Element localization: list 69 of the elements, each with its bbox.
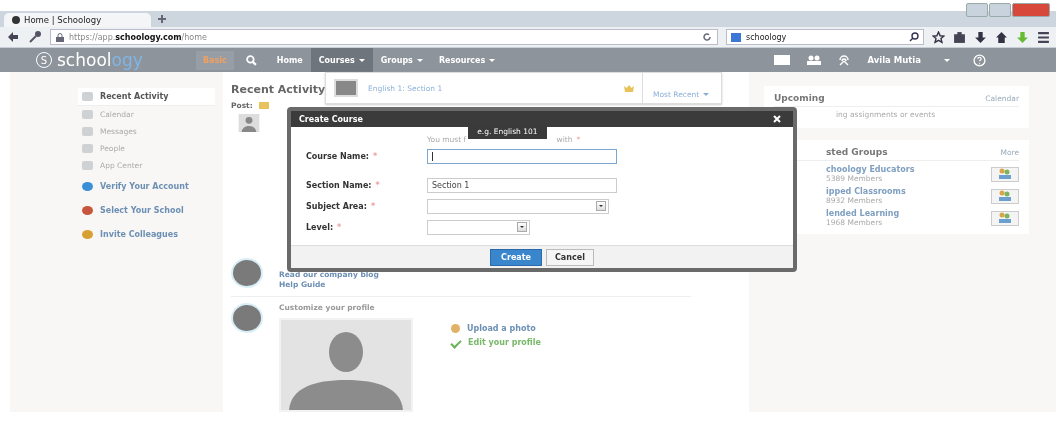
sidebar-item[interactable]: Invite Colleagues: [78, 222, 215, 246]
create-button[interactable]: Create: [490, 248, 542, 266]
select-field[interactable]: [427, 198, 609, 214]
people-icon: [998, 190, 1012, 202]
crown-icon: [624, 84, 634, 92]
item-icon: [82, 229, 93, 239]
profile-action-link[interactable]: Upload a photo: [451, 324, 541, 333]
dialog-title: Create Course: [299, 114, 363, 124]
field-label: Subject Area: *: [306, 201, 377, 211]
download-icon[interactable]: [974, 30, 987, 44]
card-title: Upcoming: [774, 93, 825, 103]
close-button[interactable]: [1012, 3, 1050, 17]
field-label: Section Name: *: [306, 180, 381, 190]
reload-icon[interactable]: [702, 32, 712, 42]
sidebar-item[interactable]: Select Your School: [78, 198, 215, 222]
field-label: Course Name: *: [306, 151, 379, 161]
input-field[interactable]: Section 1: [427, 177, 617, 193]
close-icon[interactable]: [773, 115, 781, 123]
people-icon: [998, 212, 1012, 224]
address-bar[interactable]: https://app.schoology.com/home: [50, 29, 718, 45]
item-icon: [82, 205, 93, 215]
join-group-button[interactable]: [991, 166, 1019, 182]
help-icon[interactable]: [973, 53, 986, 67]
logo[interactable]: S schoology: [36, 50, 196, 70]
profile-action-link[interactable]: Edit your profile: [451, 338, 541, 347]
minimize-button[interactable]: [966, 3, 988, 17]
join-group-button[interactable]: [991, 210, 1019, 226]
nav-menu-item[interactable]: Courses: [310, 48, 373, 72]
nav-menu-item[interactable]: Resources: [430, 48, 504, 72]
caret-icon[interactable]: [944, 58, 950, 62]
people-icon: [998, 168, 1012, 180]
star-icon[interactable]: [932, 30, 945, 44]
new-tab-icon[interactable]: [157, 14, 168, 24]
group-name[interactable]: choology Educators: [826, 165, 915, 174]
envelope-icon[interactable]: [258, 102, 269, 109]
item-icon: [82, 161, 93, 170]
section-title: Recent Activity: [231, 83, 327, 96]
sidebar-item[interactable]: Recent Activity: [78, 88, 215, 106]
key-icon[interactable]: [28, 30, 42, 44]
menu-icon[interactable]: [1037, 30, 1050, 44]
search-field[interactable]: schoology: [726, 29, 924, 45]
select-field[interactable]: [427, 219, 530, 235]
nav-menu-item[interactable]: Groups: [372, 48, 431, 72]
browser-tab[interactable]: Home | Schoology: [4, 13, 152, 27]
people-icon[interactable]: [807, 55, 822, 65]
item-icon: [82, 110, 93, 119]
profile-placeholder-icon: [279, 318, 413, 412]
item-icon: [82, 181, 93, 191]
group-name[interactable]: ipped Classrooms: [826, 187, 906, 196]
search-icon[interactable]: [909, 32, 919, 42]
group-name[interactable]: lended Learning: [826, 209, 900, 218]
back-icon[interactable]: [6, 30, 20, 44]
maximize-button[interactable]: [989, 3, 1011, 17]
item-icon: [82, 144, 93, 153]
sidebar-item[interactable]: Verify Your Account: [78, 174, 215, 198]
broadcast-icon[interactable]: [838, 54, 851, 66]
nav-menu-item[interactable]: Home: [268, 48, 311, 72]
site-icon: [12, 16, 20, 24]
item-icon: [82, 92, 93, 101]
join-group-button[interactable]: [991, 188, 1019, 204]
user-name[interactable]: Avila Mutia: [867, 55, 921, 65]
input-field[interactable]: [427, 148, 617, 164]
item-icon: [82, 127, 93, 136]
cancel-button[interactable]: Cancel: [546, 248, 594, 266]
lock-icon: [56, 32, 64, 42]
home-icon[interactable]: [995, 30, 1008, 44]
search-engine-icon: [731, 32, 741, 42]
card-title: sted Groups: [826, 147, 888, 157]
field-label: Level: *: [306, 222, 343, 232]
